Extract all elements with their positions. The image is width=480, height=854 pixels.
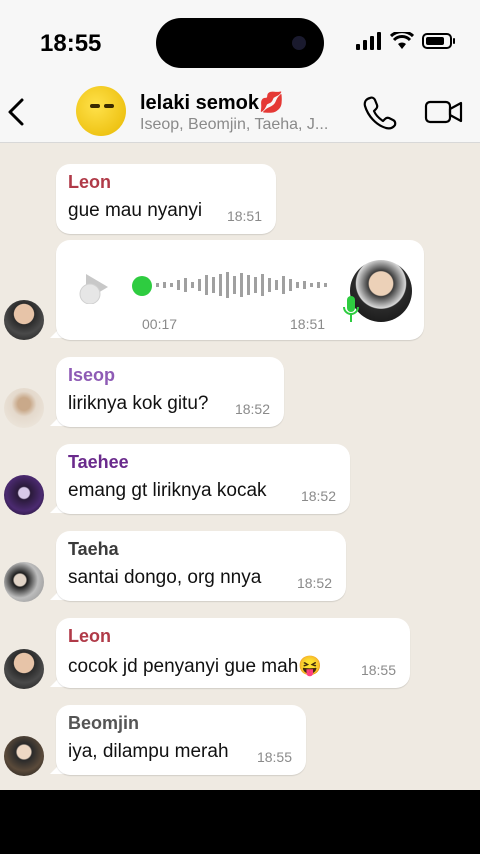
voice-message[interactable]: 00:17 18:51 bbox=[56, 240, 424, 340]
status-time: 18:55 bbox=[40, 30, 102, 57]
message-sender: Leon bbox=[68, 172, 111, 192]
message-time: 18:55 bbox=[256, 749, 292, 765]
message-bubble[interactable]: Taeha santai dongo, org nnya 18:52 bbox=[56, 531, 346, 601]
message-time: 18:55 bbox=[360, 662, 396, 678]
kiss-emoji: 💋 bbox=[258, 92, 284, 114]
message-time: 18:51 bbox=[290, 316, 326, 332]
bottom-letterbox bbox=[0, 790, 480, 854]
message-time: 18:51 bbox=[226, 208, 262, 224]
audio-waveform[interactable] bbox=[156, 270, 346, 300]
avatar-iseop[interactable] bbox=[4, 388, 44, 428]
message-time: 18:52 bbox=[234, 401, 270, 417]
avatar-leon[interactable] bbox=[4, 300, 44, 340]
message-sender: Beomjin bbox=[68, 713, 140, 733]
group-name-text: lelaki semok bbox=[140, 92, 259, 114]
avatar-eye bbox=[90, 104, 100, 108]
chevron-left-icon[interactable] bbox=[4, 94, 28, 130]
group-members[interactable]: Iseop, Beomjin, Taeha, J... bbox=[140, 116, 328, 134]
message-bubble[interactable]: Iseop liriknya kok gitu? 18:52 bbox=[56, 357, 284, 427]
message-sender: Leon bbox=[68, 626, 111, 646]
dynamic-island bbox=[156, 18, 324, 68]
avatar-beomjin[interactable] bbox=[4, 736, 44, 776]
camera-dot bbox=[292, 36, 306, 50]
message-text: emang gt liriknya kocak bbox=[68, 480, 267, 501]
battery-icon bbox=[422, 33, 455, 49]
chat-header: lelaki semok💋 Iseop, Beomjin, Taeha, J..… bbox=[0, 84, 480, 143]
voice-progress-dot[interactable] bbox=[132, 276, 152, 296]
status-bar: 18:55 bbox=[0, 0, 480, 84]
video-camera-icon[interactable] bbox=[424, 94, 464, 130]
message-bubble[interactable]: Taehee emang gt liriknya kocak 18:52 bbox=[56, 444, 350, 514]
message-text: cocok jd penyanyi gue mah😝 bbox=[68, 656, 322, 677]
message-text: gue mau nyanyi bbox=[68, 200, 203, 221]
voice-duration: 00:17 bbox=[142, 316, 178, 332]
message-bubble[interactable]: Leon gue mau nyanyi 18:51 bbox=[56, 164, 276, 234]
cellular-signal-icon bbox=[356, 32, 381, 50]
message-text: iya, dilampu merah bbox=[68, 741, 229, 762]
message-sender: Taehee bbox=[68, 452, 129, 472]
status-icons bbox=[356, 32, 456, 50]
message-bubble[interactable]: Beomjin iya, dilampu merah 18:55 bbox=[56, 705, 306, 775]
message-sender: Iseop bbox=[68, 365, 116, 385]
message-time: 18:52 bbox=[296, 575, 332, 591]
avatar-taehee[interactable] bbox=[4, 475, 44, 515]
group-name[interactable]: lelaki semok💋 bbox=[140, 90, 284, 115]
message-time: 18:52 bbox=[300, 488, 336, 504]
message-text: santai dongo, org nnya bbox=[68, 567, 262, 588]
microphone-icon bbox=[343, 296, 359, 322]
phone-icon[interactable] bbox=[362, 94, 398, 130]
play-icon[interactable] bbox=[78, 270, 112, 304]
message-sender: Taeha bbox=[68, 539, 119, 559]
chat-screen: 18:55 lelaki semok💋 Iseop, Beomjin, Taeh… bbox=[0, 0, 480, 790]
wifi-icon bbox=[390, 32, 414, 49]
message-bubble[interactable]: Leon cocok jd penyanyi gue mah😝 18:55 bbox=[56, 618, 410, 688]
group-avatar[interactable] bbox=[76, 86, 126, 136]
message-text: liriknya kok gitu? bbox=[68, 393, 209, 414]
avatar-leon[interactable] bbox=[4, 649, 44, 689]
avatar-taeha[interactable] bbox=[4, 562, 44, 602]
avatar-eye bbox=[104, 104, 114, 108]
